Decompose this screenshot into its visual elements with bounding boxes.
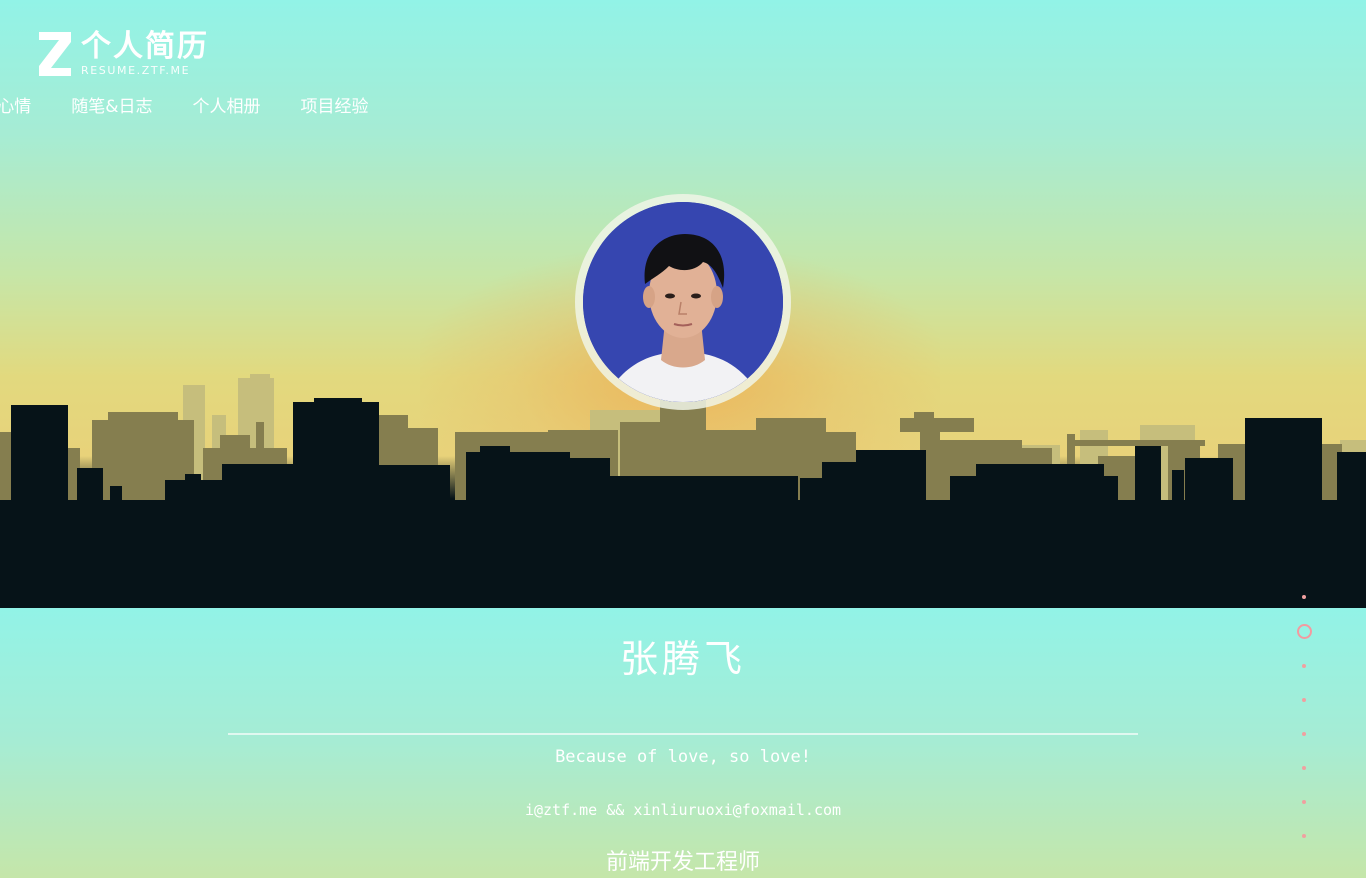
- avatar-ring: [575, 194, 791, 410]
- page-dot-2-active[interactable]: [1296, 624, 1312, 639]
- site-subtitle: RESUME.ZTF.ME: [81, 64, 191, 77]
- page-dot-1[interactable]: [1302, 595, 1306, 599]
- nav-item-mood[interactable]: 冒泡&心情: [0, 96, 31, 118]
- nav-item-projects[interactable]: 项目经验: [301, 96, 369, 118]
- page-dot-3[interactable]: [1302, 664, 1306, 668]
- page-dot-8[interactable]: [1302, 834, 1306, 838]
- page-dot-6[interactable]: [1302, 766, 1306, 770]
- profile-email[interactable]: i@ztf.me && xinliuruoxi@foxmail.com: [0, 800, 1366, 820]
- page-dot-7[interactable]: [1302, 800, 1306, 804]
- z-logo-icon: [39, 32, 71, 76]
- avatar-photo: [583, 202, 783, 402]
- page-dots: [1293, 588, 1315, 853]
- nav-item-album[interactable]: 个人相册: [193, 96, 261, 118]
- avatar: [583, 202, 783, 402]
- profile-name: 张腾飞: [619, 637, 746, 681]
- page-dot-5[interactable]: [1302, 732, 1306, 736]
- profile-motto: Because of love, so love!: [555, 747, 811, 767]
- nav-item-blog[interactable]: 随笔&日志: [71, 96, 152, 118]
- name-divider: [228, 733, 1138, 735]
- site-logo[interactable]: 个人简历 RESUME.ZTF.ME: [37, 30, 237, 82]
- logo-text: 个人简历 RESUME.ZTF.ME: [81, 30, 209, 78]
- site-title: 个人简历: [81, 29, 209, 64]
- page-dot-4[interactable]: [1302, 698, 1306, 702]
- profile-job-title: 前端开发工程师: [605, 850, 760, 875]
- main-nav: 冒泡&心情 随笔&日志 个人相册 项目经验: [0, 96, 1316, 118]
